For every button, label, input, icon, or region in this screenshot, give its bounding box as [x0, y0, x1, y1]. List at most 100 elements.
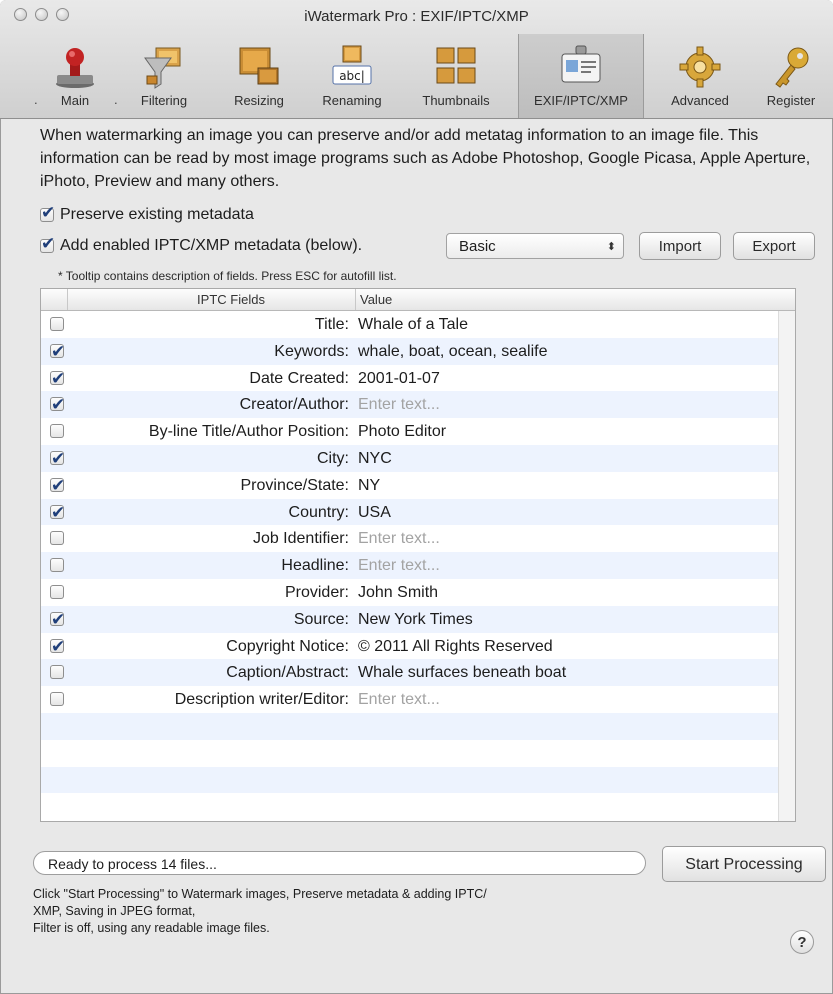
- table-row[interactable]: Keywords: whale, boat, ocean, sealife: [41, 337, 795, 366]
- field-enable-checkbox[interactable]: [50, 607, 65, 634]
- field-enable-checkbox[interactable]: [50, 317, 64, 331]
- empty-table-row: [41, 793, 795, 820]
- field-value[interactable]: Photo Editor: [358, 418, 446, 445]
- table-row[interactable]: Creator/Author: Enter text...: [41, 391, 795, 419]
- help-button[interactable]: ?: [790, 930, 814, 954]
- toolbar-item-renaming[interactable]: abc| Renaming: [308, 34, 396, 118]
- field-enable-checkbox[interactable]: [50, 446, 65, 473]
- field-value[interactable]: NYC: [358, 445, 392, 472]
- table-row[interactable]: By-line Title/Author Position: Photo Edit…: [41, 418, 795, 445]
- table-row[interactable]: Title: Whale of a Tale: [41, 311, 795, 338]
- field-value[interactable]: Enter text...: [358, 552, 440, 579]
- toolbar-item-main[interactable]: Main: [44, 34, 106, 118]
- field-enable-checkbox[interactable]: [50, 366, 65, 393]
- field-value[interactable]: 2001-01-07: [358, 365, 440, 392]
- id-card-icon: [561, 45, 601, 83]
- toolbar-item-filtering[interactable]: Filtering: [124, 34, 204, 118]
- toolbar-label: Resizing: [234, 93, 284, 108]
- table-row[interactable]: Headline: Enter text...: [41, 552, 795, 579]
- field-value[interactable]: John Smith: [358, 579, 438, 606]
- intro-text: When watermarking an image you can prese…: [40, 127, 811, 190]
- field-value[interactable]: Enter text...: [358, 686, 440, 713]
- table-row[interactable]: Country: USA: [41, 498, 795, 527]
- resize-images-icon: [239, 47, 279, 85]
- field-enable-checkbox[interactable]: [50, 473, 65, 500]
- field-enable-checkbox[interactable]: [50, 500, 65, 527]
- toolbar: . Main . Filtering Resizing abc| Renamin…: [0, 34, 833, 118]
- field-value[interactable]: Enter text...: [358, 391, 440, 418]
- field-label: Source:: [293, 610, 349, 628]
- preserve-metadata-row[interactable]: Preserve existing metadata: [40, 203, 254, 224]
- toolbar-item-exif-iptc-xmp[interactable]: EXIF/IPTC/XMP: [518, 34, 644, 118]
- field-enable-checkbox[interactable]: [50, 392, 65, 419]
- add-iptc-row[interactable]: Add enabled IPTC/XMP metadata (below).: [40, 234, 363, 255]
- table-row[interactable]: Caption/Abstract: Whale surfaces beneath …: [41, 659, 795, 687]
- empty-table-row: [41, 766, 795, 794]
- preset-popup[interactable]: Basic ⬍: [446, 233, 624, 259]
- table-row[interactable]: Job Identifier: Enter text...: [41, 525, 795, 552]
- field-value[interactable]: Enter text...: [358, 525, 440, 552]
- field-label: Copyright Notice:: [226, 637, 349, 655]
- tooltip-hint: * Tooltip contains description of fields…: [58, 269, 397, 283]
- import-button[interactable]: Import: [639, 232, 721, 260]
- table-rows: Title: Whale of a Tale Keywords: whale, boa…: [41, 311, 795, 820]
- field-label: Headline:: [281, 557, 349, 575]
- toolbar-item-register[interactable]: Register: [752, 34, 830, 118]
- start-processing-button[interactable]: Start Processing: [662, 846, 826, 882]
- footnote-line: Filter is off, using any readable image …: [33, 921, 270, 935]
- empty-table-row: [41, 740, 795, 767]
- toolbar-separator-dot: .: [34, 92, 38, 107]
- field-enable-checkbox[interactable]: [50, 584, 64, 599]
- table-row[interactable]: City: NYC: [41, 444, 795, 473]
- field-enable-checkbox[interactable]: [50, 634, 65, 661]
- toolbar-item-thumbnails[interactable]: Thumbnails: [408, 34, 504, 118]
- rename-text-icon: abc|: [332, 45, 372, 85]
- field-enable-checkbox[interactable]: [50, 558, 64, 573]
- table-row[interactable]: Source: New York Times: [41, 605, 795, 634]
- toolbar-item-resizing[interactable]: Resizing: [224, 34, 294, 118]
- add-iptc-checkbox[interactable]: [40, 234, 55, 254]
- field-label: Keywords:: [274, 342, 349, 360]
- column-header-value[interactable]: Value: [355, 289, 392, 310]
- preserve-metadata-checkbox[interactable]: [40, 203, 55, 223]
- table-row[interactable]: Date Created: 2001-01-07: [41, 365, 795, 393]
- field-value[interactable]: New York Times: [358, 606, 473, 633]
- table-row[interactable]: Province/State: NY: [41, 472, 795, 500]
- add-iptc-label: Add enabled IPTC/XMP metadata (below).: [60, 237, 363, 254]
- table-row[interactable]: Provider: John Smith: [41, 579, 795, 606]
- table-row[interactable]: Description writer/Editor: Enter text...: [41, 686, 795, 713]
- preset-value: Basic: [459, 238, 496, 255]
- field-label: Description writer/Editor:: [174, 691, 349, 709]
- toolbar-item-advanced[interactable]: Advanced: [658, 34, 742, 118]
- footnote-line: XMP, Saving in JPEG format,: [33, 904, 196, 918]
- field-value[interactable]: Whale of a Tale: [358, 311, 468, 338]
- thumbnails-grid-icon: [436, 47, 476, 84]
- status-field: Ready to process 14 files...: [33, 851, 646, 875]
- table-scrollbar[interactable]: [778, 311, 795, 821]
- column-header-fields[interactable]: IPTC Fields: [81, 292, 381, 307]
- toolbar-label: EXIF/IPTC/XMP: [534, 93, 628, 108]
- toolbar-label: Advanced: [671, 93, 729, 108]
- field-label: Date Created:: [249, 369, 349, 387]
- field-value[interactable]: whale, boat, ocean, sealife: [358, 338, 547, 365]
- toolbar-label: Register: [766, 93, 816, 108]
- field-enable-checkbox[interactable]: [50, 531, 64, 546]
- empty-table-row: [41, 712, 795, 740]
- gear-icon: [679, 46, 721, 88]
- export-button[interactable]: Export: [733, 232, 815, 260]
- field-enable-checkbox[interactable]: [50, 692, 64, 707]
- field-label: Job Identifier:: [252, 530, 349, 548]
- field-value[interactable]: USA: [358, 499, 391, 526]
- field-value[interactable]: NY: [358, 472, 380, 499]
- field-label: Title:: [314, 316, 349, 333]
- title-bar: iWatermark Pro : EXIF/IPTC/XMP . Main .: [0, 0, 833, 119]
- field-enable-checkbox[interactable]: [50, 424, 64, 439]
- field-value[interactable]: © 2011 All Rights Reserved: [358, 633, 553, 660]
- field-enable-checkbox[interactable]: [50, 339, 65, 366]
- table-row[interactable]: Copyright Notice: © 2011 All Rights Reser…: [41, 633, 795, 661]
- field-value[interactable]: Whale surfaces beneath boat: [358, 659, 566, 686]
- field-enable-checkbox[interactable]: [50, 665, 64, 680]
- field-label: By-line Title/Author Position:: [148, 423, 349, 441]
- toolbar-label: Filtering: [140, 93, 188, 108]
- preserve-metadata-label: Preserve existing metadata: [60, 206, 254, 223]
